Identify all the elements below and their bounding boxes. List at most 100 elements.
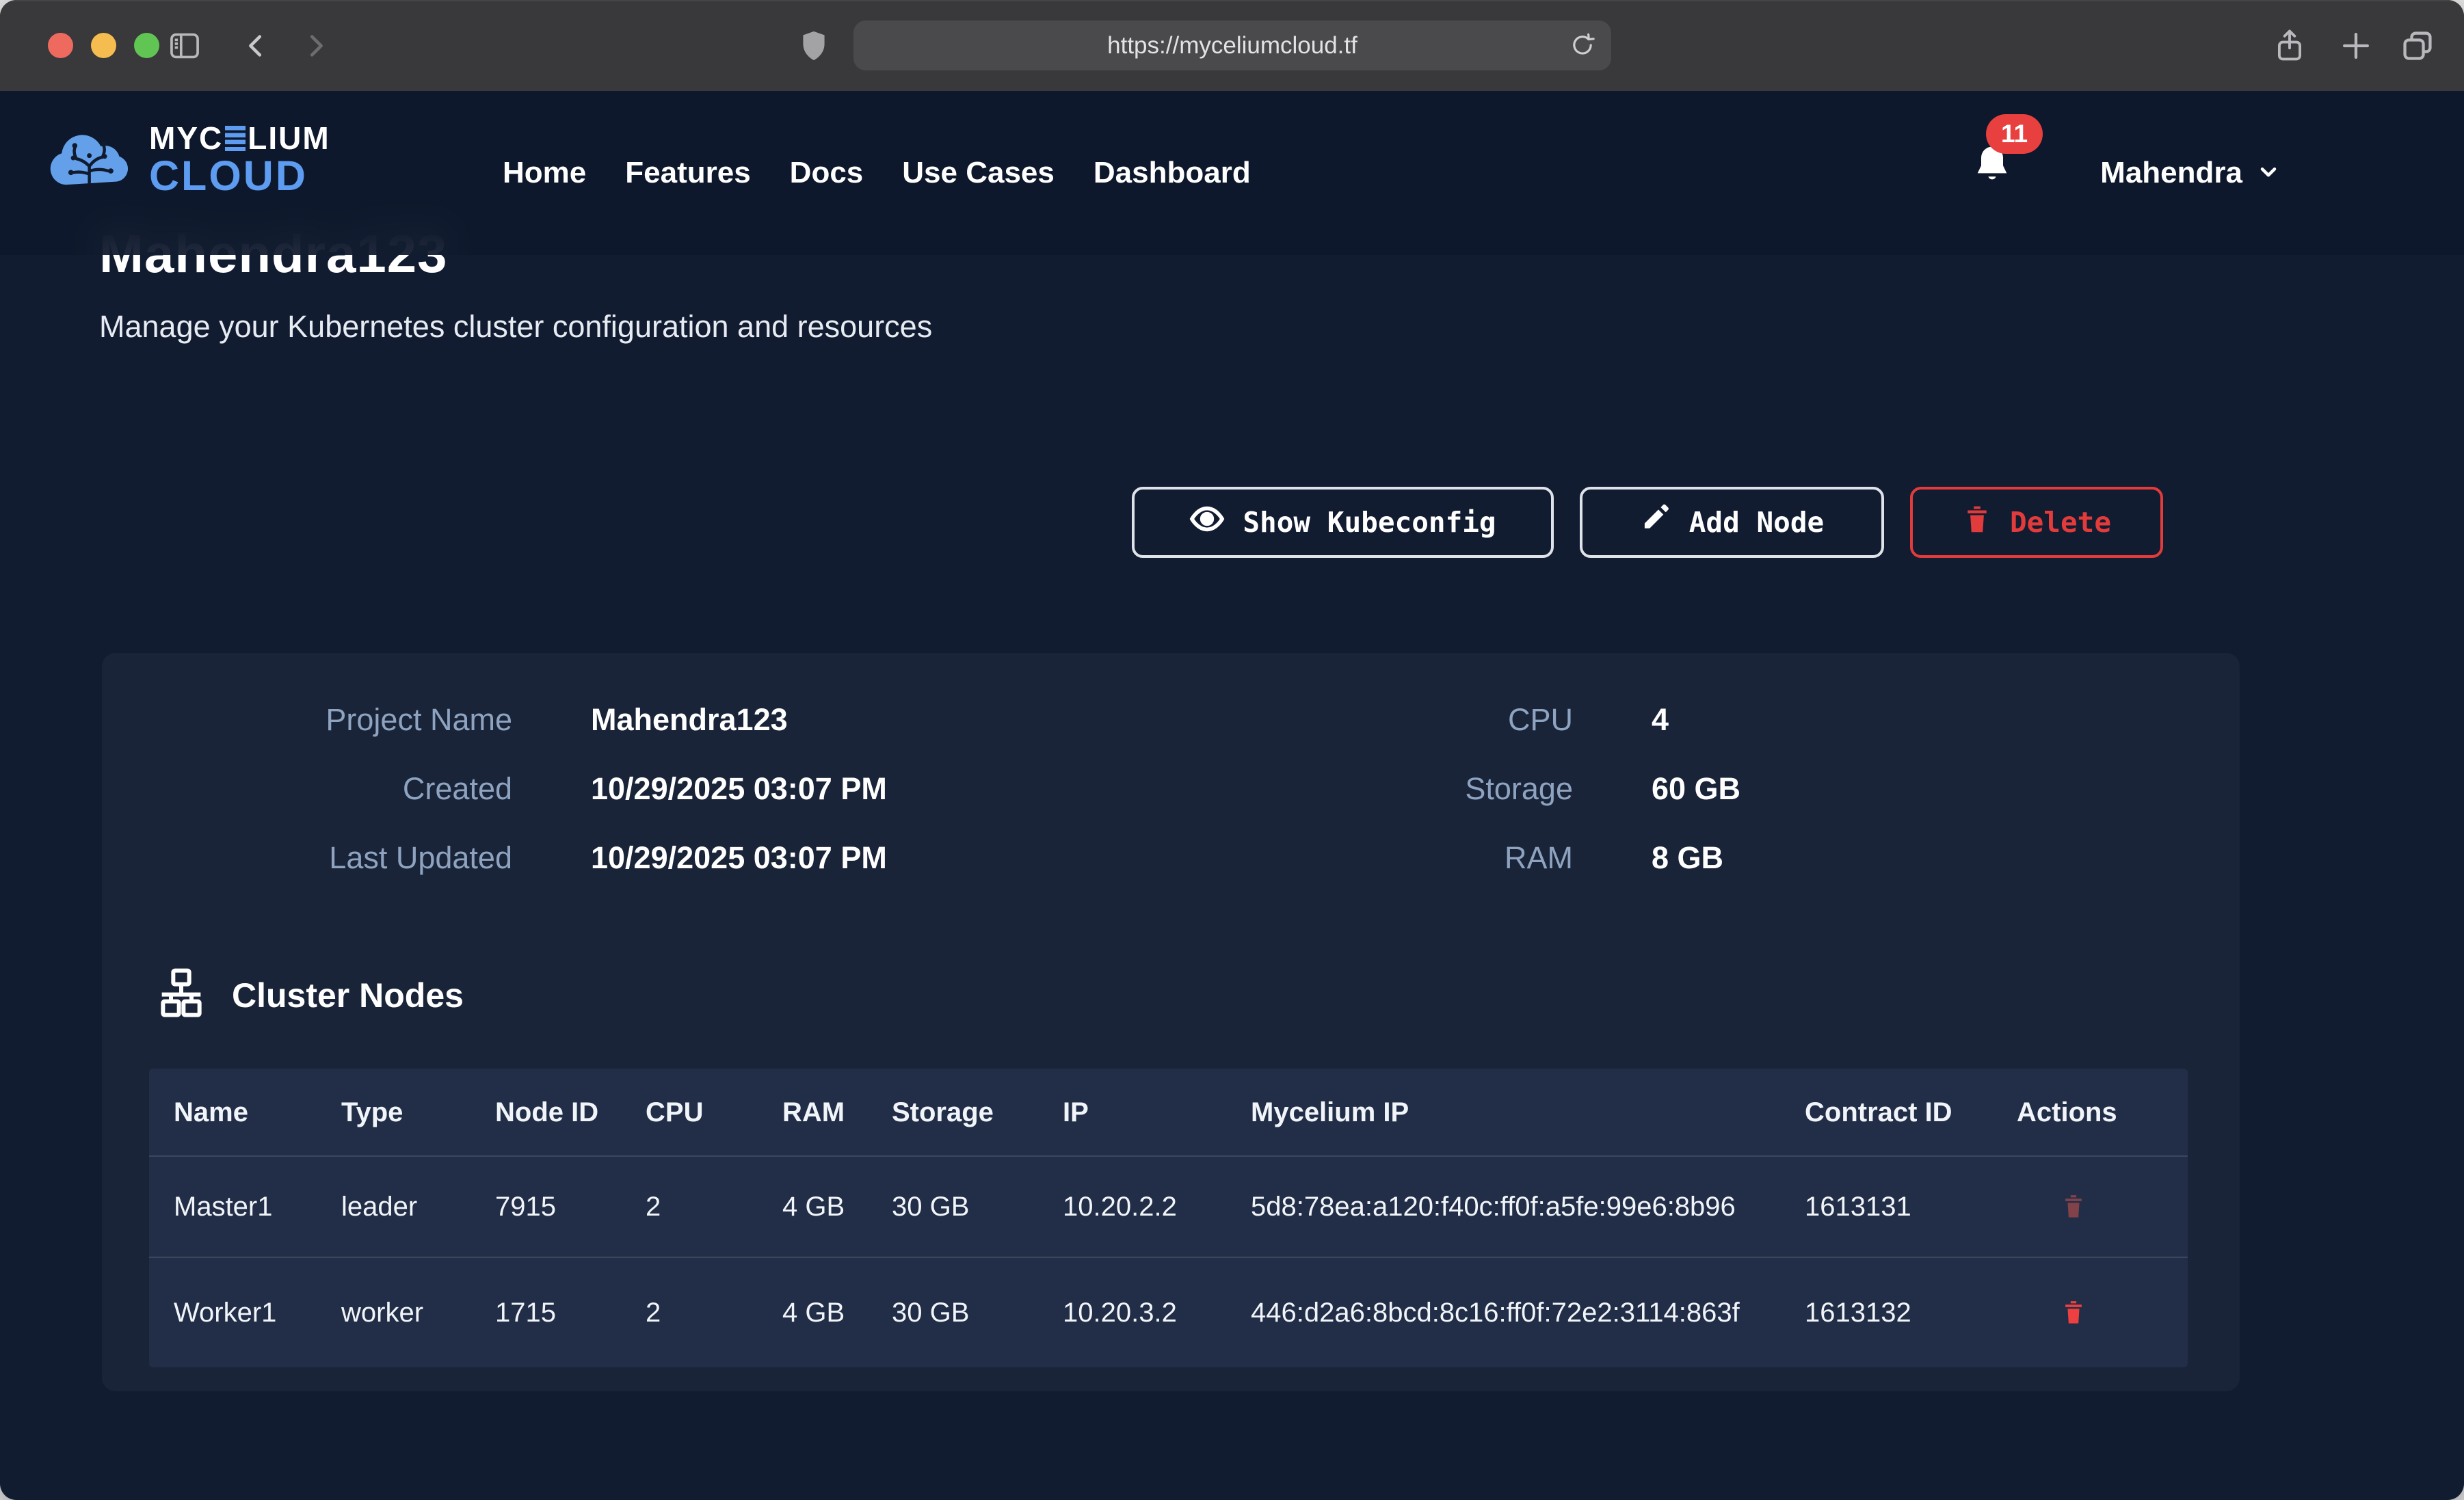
minimize-window-button[interactable] (91, 33, 116, 58)
close-window-button[interactable] (48, 33, 73, 58)
cell-ip: 10.20.2.2 (1038, 1157, 1226, 1257)
column-header-mycelium-ip: Mycelium IP (1226, 1069, 1780, 1155)
cluster-nodes-table: NameTypeNode IDCPURAMStorageIPMycelium I… (149, 1069, 2188, 1367)
cluster-card: Project Name Mahendra123 Created 10/29/2025… (102, 653, 2240, 1391)
reload-icon[interactable] (1569, 31, 1596, 59)
delete-cluster-button[interactable]: Delete (1910, 487, 2163, 558)
trash-icon (2061, 1192, 2087, 1222)
cell-ram: 4 GB (758, 1157, 867, 1257)
notifications-button[interactable]: 11 (1971, 143, 2032, 218)
show-kubeconfig-button[interactable]: Show Kubeconfig (1132, 487, 1554, 558)
nav-link-dashboard[interactable]: Dashboard (1094, 156, 1251, 190)
cell-type: worker (317, 1258, 471, 1367)
overview-label-cpu: CPU (1368, 702, 1573, 738)
cell-node-id: 1715 (471, 1258, 621, 1367)
overview-value-storage: 60 GB (1652, 771, 1740, 807)
chevron-down-icon (2256, 159, 2281, 187)
share-icon[interactable] (2272, 0, 2307, 91)
column-header-node-id: Node ID (471, 1069, 621, 1155)
browser-chrome: https://myceliumcloud.tf (0, 0, 2464, 91)
cell-storage: 30 GB (867, 1258, 1038, 1367)
desktop: https://myceliumcloud.tf (0, 0, 2464, 1500)
nav-link-use-cases[interactable]: Use Cases (902, 156, 1055, 190)
site-logo[interactable]: MYCLIUM CLOUD (45, 122, 330, 197)
zoom-window-button[interactable] (134, 33, 159, 58)
url-bar[interactable]: https://myceliumcloud.tf (853, 21, 1611, 70)
nav-link-docs[interactable]: Docs (790, 156, 864, 190)
cell-mycelium-ip: 446:d2a6:8bcd:8c16:ff0f:72e2:3114:863f (1226, 1258, 1780, 1367)
column-header-cpu: CPU (621, 1069, 758, 1155)
table-row: Master1leader791524 GB30 GB10.20.2.25d8:… (149, 1155, 2188, 1257)
overview-value-ram: 8 GB (1652, 840, 1740, 876)
logo-e-bars (225, 126, 246, 151)
logo-text: MYCLIUM CLOUD (149, 122, 330, 197)
sidebar-toggle-icon[interactable] (167, 0, 202, 91)
column-header-actions: Actions (1992, 1069, 2188, 1155)
browser-window: https://myceliumcloud.tf (0, 0, 2464, 1500)
overview-value-project-name: Mahendra123 (591, 702, 887, 738)
trash-icon (1962, 503, 1992, 542)
cell-actions (1992, 1157, 2188, 1257)
notification-badge: 11 (1986, 114, 2043, 154)
cell-node-id: 7915 (471, 1157, 621, 1257)
column-header-ip: IP (1038, 1069, 1226, 1155)
cluster-overview-left: Project Name Mahendra123 Created 10/29/2025… (204, 702, 887, 876)
cell-name: Worker1 (149, 1258, 317, 1367)
cloud-logo-icon (45, 126, 138, 193)
page-subtitle: Manage your Kubernetes cluster configura… (99, 309, 932, 345)
cell-ram: 4 GB (758, 1258, 867, 1367)
bell-icon (1971, 179, 2013, 191)
user-menu[interactable]: Mahendra (2100, 91, 2281, 255)
cell-type: leader (317, 1157, 471, 1257)
pencil-icon (1640, 503, 1671, 541)
add-node-button[interactable]: Add Node (1580, 487, 1884, 558)
new-tab-icon[interactable] (2337, 0, 2374, 91)
back-icon[interactable] (241, 0, 272, 91)
forward-icon[interactable] (300, 0, 331, 91)
overview-label-created: Created (204, 771, 512, 807)
overview-label-ram: RAM (1368, 840, 1573, 876)
cluster-overview-right: CPU 4 Storage 60 GB RAM 8 GB (1368, 702, 1740, 876)
network-icon (154, 966, 209, 1024)
site-header: MYCLIUM CLOUD Home Features Docs Use Cases D… (0, 91, 2464, 255)
overview-label-storage: Storage (1368, 771, 1573, 807)
nav-link-features[interactable]: Features (625, 156, 750, 190)
traffic-lights (48, 33, 159, 58)
cell-name: Master1 (149, 1157, 317, 1257)
delete-node-button[interactable] (2017, 1192, 2087, 1222)
eye-icon (1189, 501, 1225, 544)
tab-overview-icon[interactable] (2399, 0, 2436, 91)
column-header-ram: RAM (758, 1069, 867, 1155)
table-header-row: NameTypeNode IDCPURAMStorageIPMycelium I… (149, 1069, 2188, 1155)
cell-contract-id: 1613132 (1780, 1258, 1992, 1367)
column-header-contract-id: Contract ID (1780, 1069, 1992, 1155)
overview-value-created: 10/29/2025 03:07 PM (591, 771, 887, 807)
cluster-nodes-title: Cluster Nodes (232, 976, 464, 1015)
cluster-toolbar: Show Kubeconfig Add Node Delete (1132, 487, 2163, 558)
column-header-type: Type (317, 1069, 471, 1155)
url-text: https://myceliumcloud.tf (1107, 32, 1357, 59)
cell-ip: 10.20.3.2 (1038, 1258, 1226, 1367)
logo-word-cloud: CLOUD (149, 155, 330, 197)
table-row: Worker1worker171524 GB30 GB10.20.3.2446:… (149, 1257, 2188, 1367)
cell-cpu: 2 (621, 1258, 758, 1367)
logo-word-mycelium: MYCLIUM (149, 122, 330, 154)
cell-contract-id: 1613131 (1780, 1157, 1992, 1257)
trash-icon (2061, 1298, 2087, 1328)
user-name: Mahendra (2100, 156, 2242, 190)
cluster-nodes-heading: Cluster Nodes (154, 966, 464, 1024)
cell-actions (1992, 1258, 2188, 1367)
cell-mycelium-ip: 5d8:78ea:a120:f40c:ff0f:a5fe:99e6:8b96 (1226, 1157, 1780, 1257)
overview-value-cpu: 4 (1652, 702, 1740, 738)
overview-label-project-name: Project Name (204, 702, 512, 738)
overview-label-last-updated: Last Updated (204, 840, 512, 876)
overview-value-last-updated: 10/29/2025 03:07 PM (591, 840, 887, 876)
nav-link-home[interactable]: Home (503, 156, 586, 190)
table-body: Master1leader791524 GB30 GB10.20.2.25d8:… (149, 1155, 2188, 1367)
column-header-storage: Storage (867, 1069, 1038, 1155)
main-nav: Home Features Docs Use Cases Dashboard (503, 91, 1251, 255)
column-header-name: Name (149, 1069, 317, 1155)
cell-cpu: 2 (621, 1157, 758, 1257)
delete-node-button[interactable] (2017, 1298, 2087, 1328)
privacy-shield-icon[interactable] (799, 0, 829, 91)
